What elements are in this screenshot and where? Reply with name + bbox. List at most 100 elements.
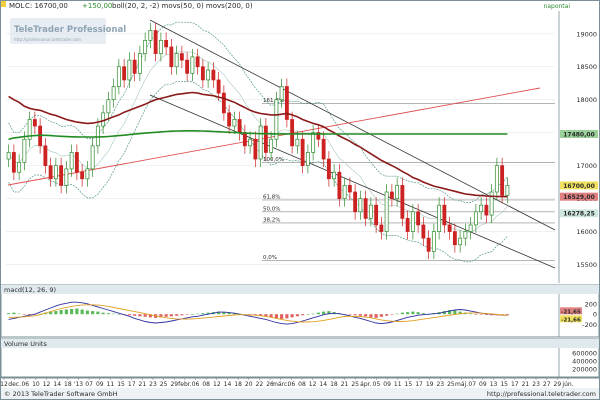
price-tick-label: 16000	[576, 228, 597, 236]
macd-histogram-bar	[96, 311, 100, 315]
candle-body	[452, 231, 457, 246]
time-tick-label: jún.	[561, 381, 573, 388]
indicator-list: boll(20, 2, -2) movs(50, 0) movs(200, 0)	[112, 2, 253, 10]
candle-body	[158, 40, 163, 54]
period-label: napontai	[544, 3, 571, 10]
candle-body	[237, 119, 242, 134]
time-tick-label: 18	[234, 381, 242, 388]
time-tick-label: 19	[426, 381, 434, 388]
candle-body	[410, 211, 415, 232]
candle-body	[326, 158, 331, 180]
candle-body	[200, 66, 205, 81]
candle-body	[347, 185, 352, 193]
time-tick-label: 21	[522, 381, 530, 388]
time-tick-label: 15	[117, 381, 125, 388]
candle-body	[258, 125, 263, 160]
candle-body	[143, 40, 148, 54]
macd-histogram-bar	[479, 314, 483, 315]
time-tick-label: 17	[415, 381, 423, 388]
macd-histogram-bar	[453, 310, 457, 315]
fib-level-label: 0,0%	[263, 255, 277, 261]
time-tick-label: máj.	[455, 381, 468, 388]
time-tick-label: dec.	[8, 381, 21, 388]
candle-body	[43, 145, 48, 166]
time-tick-label: 11	[394, 381, 402, 388]
macd-histogram-bar	[143, 314, 147, 317]
time-tick-label: 07	[85, 381, 93, 388]
macd-histogram-bar	[70, 309, 74, 315]
macd-histogram-bar	[101, 312, 105, 315]
candle-body	[405, 218, 410, 232]
macd-histogram-bar	[385, 314, 389, 316]
time-tick-label: 25	[447, 381, 455, 388]
macd-histogram-bar	[400, 312, 404, 315]
candle-body	[311, 132, 316, 153]
price-panel	[1, 11, 559, 283]
time-tick-label: 29	[170, 381, 178, 388]
time-tick-label: 17	[128, 381, 136, 388]
candle-body	[468, 224, 473, 232]
time-tick-label: 12	[309, 381, 317, 388]
candle-body	[232, 119, 237, 127]
time-tick-label: 12	[213, 381, 221, 388]
macd-tick-label: 200	[585, 300, 597, 308]
macd-histogram-bar	[311, 313, 315, 315]
stock-chart: MOL C: 16700,00 +150,00 boll(20, 2, -2) …	[0, 0, 600, 400]
time-tick-label: 09	[383, 381, 391, 388]
time-tick-label: 14	[319, 381, 327, 388]
macd-histogram-bar	[484, 314, 488, 315]
macd-title-bar	[1, 285, 599, 294]
price-label-last: 16700,00	[563, 183, 595, 190]
time-tick-label: 15	[500, 381, 508, 388]
candle-body	[305, 152, 310, 166]
macd-histogram-bar	[80, 309, 84, 315]
time-tick-label: '13	[74, 381, 83, 388]
time-tick-label: febr.	[178, 381, 192, 388]
candle-body	[332, 171, 337, 180]
candle-body	[494, 165, 499, 193]
candle-body	[116, 66, 121, 87]
candle-body	[353, 191, 358, 213]
macd-histogram-bar	[59, 310, 63, 315]
candle-body	[368, 204, 373, 219]
candle-body	[437, 204, 442, 232]
macd-histogram-bar	[85, 310, 89, 315]
macd-histogram-bar	[164, 314, 168, 317]
macd-histogram-bar	[364, 314, 368, 317]
candle-body	[11, 152, 16, 173]
candle-body	[479, 204, 484, 213]
price-label-ma50: 16529,00	[563, 194, 595, 201]
instrument-marker	[1, 1, 6, 7]
volume-tick-label: 200000	[572, 366, 597, 374]
candle-body	[227, 112, 232, 127]
candle-body	[484, 204, 489, 216]
macd-histogram-bar	[406, 312, 410, 315]
time-tick-label: 09	[96, 381, 104, 388]
candle-body	[185, 59, 190, 74]
volume-tick-label: 600000	[572, 350, 597, 358]
macd-histogram-bar	[180, 314, 184, 316]
candle-body	[137, 53, 142, 74]
macd-histogram-bar	[369, 314, 373, 318]
candle-body	[389, 191, 394, 199]
time-tick-label: 23	[532, 381, 540, 388]
candle-body	[300, 138, 305, 166]
macd-histogram-bar	[285, 314, 289, 319]
macd-histogram-bar	[316, 312, 320, 315]
candle-body	[179, 53, 184, 61]
candle-body	[384, 191, 389, 232]
candle-body	[421, 224, 426, 239]
macd-histogram-bar	[169, 314, 173, 317]
macd-histogram-bar	[133, 314, 137, 316]
candle-body	[59, 165, 64, 186]
fib-level-label: 61,8%	[263, 194, 280, 200]
candle-body	[169, 46, 174, 68]
macd-histogram-bar	[175, 314, 179, 316]
logo-url: http://professional.teletrader.com	[14, 37, 81, 42]
candle-body	[211, 69, 216, 81]
time-tick-label: 07	[468, 381, 476, 388]
macd-histogram-bar	[306, 314, 310, 315]
candle-body	[164, 40, 169, 48]
time-tick-label: 05	[373, 381, 381, 388]
macd-histogram-bar	[54, 311, 58, 315]
